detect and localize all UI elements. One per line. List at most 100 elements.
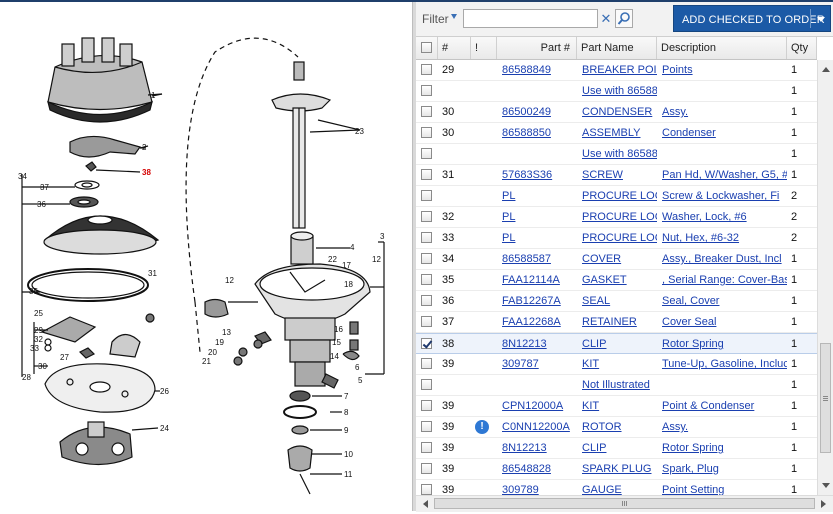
row-select-cell[interactable] <box>416 438 438 458</box>
callout-12-left[interactable]: 12 <box>225 276 234 285</box>
part-name-link-cell[interactable]: COVER <box>577 249 657 269</box>
part-name-link[interactable]: PROCURE LOC <box>582 190 657 202</box>
part-name-link[interactable]: SPARK PLUG <box>582 463 652 475</box>
callout-8[interactable]: 8 <box>344 408 349 417</box>
table-row[interactable]: 38 8N12213 CLIP Rotor Spring 1 <box>416 333 817 354</box>
row-checkbox[interactable] <box>421 127 432 138</box>
row-select-cell[interactable] <box>416 165 438 185</box>
filter-input[interactable] <box>463 9 598 28</box>
description-link[interactable]: Pan Hd, W/Washer, G5, # <box>662 169 787 181</box>
vertical-scrollbar[interactable] <box>817 60 833 495</box>
row-select-cell[interactable] <box>416 354 438 374</box>
part-name-link[interactable]: ASSEMBLY <box>582 127 641 139</box>
scroll-down-icon[interactable] <box>822 483 830 488</box>
callout-7[interactable]: 7 <box>344 392 349 401</box>
part-number-link[interactable]: 86588850 <box>502 127 551 139</box>
description-link[interactable]: , Serial Range: Cover-Bas <box>662 274 787 286</box>
part-name-link-cell[interactable]: PROCURE LOC <box>577 207 657 227</box>
row-checkbox[interactable] <box>421 274 432 285</box>
row-checkbox[interactable] <box>421 442 432 453</box>
part-name-link-cell[interactable]: SEAL <box>577 291 657 311</box>
row-checkbox[interactable] <box>421 211 432 222</box>
table-row[interactable]: 37 FAA12268A RETAINER Cover Seal 1 <box>416 312 817 333</box>
description-link-cell[interactable]: Pan Hd, W/Washer, G5, # <box>657 165 787 185</box>
table-row[interactable]: 31 57683S36 SCREW Pan Hd, W/Washer, G5, # 1 <box>416 165 817 186</box>
part-name-link[interactable]: BREAKER POIN <box>582 64 657 76</box>
part-number-link[interactable]: PL <box>502 211 515 223</box>
description-link-cell[interactable]: Seal, Cover <box>657 291 787 311</box>
callout-18[interactable]: 18 <box>344 280 353 289</box>
callout-37[interactable]: 37 <box>40 183 49 192</box>
callout-4[interactable]: 4 <box>350 243 355 252</box>
row-select-cell[interactable] <box>416 334 438 354</box>
part-name-link[interactable]: PROCURE LOC <box>582 211 657 223</box>
description-link-cell[interactable]: Tune-Up, Gasoline, Incluc <box>657 354 787 374</box>
table-row[interactable]: 39 309787 KIT Tune-Up, Gasoline, Incluc 1 <box>416 354 817 375</box>
row-checkbox[interactable] <box>421 316 432 327</box>
callout-9[interactable]: 9 <box>344 426 349 435</box>
callout-1[interactable]: 1 <box>151 91 156 100</box>
callout-21[interactable]: 21 <box>202 357 211 366</box>
description-link-cell[interactable]: Spark, Plug <box>657 459 787 479</box>
part-number-link-cell[interactable]: 86548828 <box>497 459 577 479</box>
scroll-thumb-horizontal[interactable] <box>434 498 815 509</box>
part-number-link[interactable]: 8N12213 <box>502 338 547 350</box>
part-name-link[interactable]: Use with 86588 <box>582 85 657 97</box>
part-name-link-cell[interactable]: CONDENSER <box>577 102 657 122</box>
part-name-link[interactable]: CLIP <box>582 338 606 350</box>
table-row[interactable]: 30 86588850 ASSEMBLY Condenser 1 <box>416 123 817 144</box>
callout-33[interactable]: 33 <box>30 344 39 353</box>
description-link[interactable]: Rotor Spring <box>662 442 724 454</box>
callout-22[interactable]: 22 <box>328 255 337 264</box>
part-number-link[interactable]: 57683S36 <box>502 169 552 181</box>
callout-11[interactable]: 11 <box>344 470 353 479</box>
part-name-link-cell[interactable]: BREAKER POIN <box>577 60 657 80</box>
row-checkbox[interactable] <box>421 253 432 264</box>
row-select-cell[interactable] <box>416 291 438 311</box>
part-name-link-cell[interactable]: PROCURE LOC <box>577 186 657 206</box>
callout-28[interactable]: 28 <box>22 373 31 382</box>
callout-10[interactable]: 10 <box>344 450 353 459</box>
row-checkbox[interactable] <box>421 484 432 495</box>
callout-25[interactable]: 25 <box>34 309 43 318</box>
callout-12-right[interactable]: 12 <box>372 255 381 264</box>
part-number-link-cell[interactable]: 309787 <box>497 354 577 374</box>
callout-2[interactable]: 2 <box>142 143 147 152</box>
part-name-link-cell[interactable]: Not Illustrated <box>577 375 657 395</box>
part-name-link-cell[interactable]: Use with 86588 <box>577 144 657 164</box>
table-row[interactable]: 30 86500249 CONDENSER Assy. 1 <box>416 102 817 123</box>
row-checkbox[interactable] <box>421 148 432 159</box>
part-name-link-cell[interactable]: SPARK PLUG <box>577 459 657 479</box>
row-checkbox[interactable] <box>421 379 432 390</box>
part-number-link-cell[interactable]: 8N12213 <box>497 334 577 354</box>
chevron-down-icon[interactable] <box>451 14 457 19</box>
callout-35[interactable]: 35 <box>29 287 38 296</box>
description-link[interactable]: Seal, Cover <box>662 295 719 307</box>
part-number-link-cell[interactable]: PL <box>497 207 577 227</box>
part-number-link-cell[interactable]: CPN12000A <box>497 396 577 416</box>
column-header-part-name[interactable]: Part Name <box>577 37 657 59</box>
callout-34[interactable]: 34 <box>18 172 27 181</box>
part-number-link-cell[interactable]: 86588849 <box>497 60 577 80</box>
part-number-link[interactable]: FAA12114A <box>502 274 560 286</box>
table-row[interactable]: Use with 86588 1 <box>416 81 817 102</box>
callout-6[interactable]: 6 <box>355 363 360 372</box>
close-icon[interactable]: ✕ <box>600 10 612 27</box>
description-link[interactable]: Nut, Hex, #6-32 <box>662 232 739 244</box>
row-select-cell[interactable] <box>416 144 438 164</box>
description-link[interactable]: Assy. <box>662 421 688 433</box>
column-header-qty[interactable]: Qty <box>787 37 817 59</box>
part-number-link[interactable]: FAB12267A <box>502 295 561 307</box>
part-name-link-cell[interactable]: PROCURE LOC <box>577 228 657 248</box>
row-checkbox[interactable] <box>421 400 432 411</box>
description-link-cell[interactable]: Assy. <box>657 102 787 122</box>
callout-19[interactable]: 19 <box>215 338 224 347</box>
table-row[interactable]: Not Illustrated 1 <box>416 375 817 396</box>
row-select-cell[interactable] <box>416 312 438 332</box>
row-select-cell[interactable] <box>416 81 438 101</box>
description-link[interactable]: Washer, Lock, #6 <box>662 211 747 223</box>
row-select-cell[interactable] <box>416 228 438 248</box>
row-checkbox[interactable] <box>421 169 432 180</box>
description-link[interactable]: Assy. <box>662 106 688 118</box>
callout-23[interactable]: 23 <box>355 127 364 136</box>
